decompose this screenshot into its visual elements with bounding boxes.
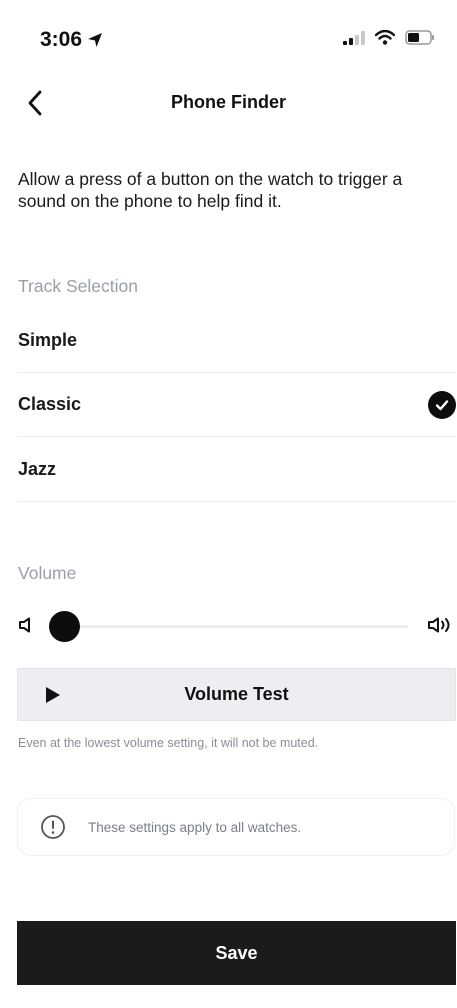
status-time: 3:06 [40, 28, 103, 52]
location-arrow-icon [88, 33, 103, 47]
info-card: These settings apply to all watches. [17, 798, 455, 856]
volume-low-icon [19, 617, 30, 633]
track-option-classic[interactable]: Classic [18, 373, 456, 437]
info-text: These settings apply to all watches. [88, 819, 302, 835]
volume-label: Volume [18, 563, 77, 583]
volume-slider-thumb[interactable] [49, 611, 80, 642]
volume-test-label: Volume Test [184, 684, 289, 704]
description-text: Allow a press of a button on the watch t… [18, 169, 403, 211]
save-button[interactable]: Save [17, 921, 456, 985]
page-title: Phone Finder [170, 92, 286, 112]
play-icon [46, 687, 60, 703]
track-option-simple[interactable]: Simple [18, 309, 456, 373]
volume-note: Even at the lowest volume setting, it wi… [18, 736, 319, 750]
exclamation-circle-icon [41, 815, 65, 839]
track-option-label: Simple [18, 330, 78, 350]
volume-slider-track[interactable] [60, 625, 408, 628]
signal-icon [343, 30, 365, 45]
battery-icon [405, 30, 434, 45]
checkmark-selected-icon [428, 390, 456, 419]
wifi-icon [375, 30, 395, 45]
track-option-jazz[interactable]: Jazz [18, 438, 456, 502]
track-selection-label: Track Selection [18, 276, 138, 296]
track-option-label: Classic [18, 394, 82, 414]
volume-test-button[interactable]: Volume Test [17, 668, 456, 721]
track-option-label: Jazz [18, 459, 57, 479]
status-icons [343, 30, 435, 45]
volume-high-icon [428, 617, 450, 633]
status-time-text: 3:06 [40, 28, 83, 51]
